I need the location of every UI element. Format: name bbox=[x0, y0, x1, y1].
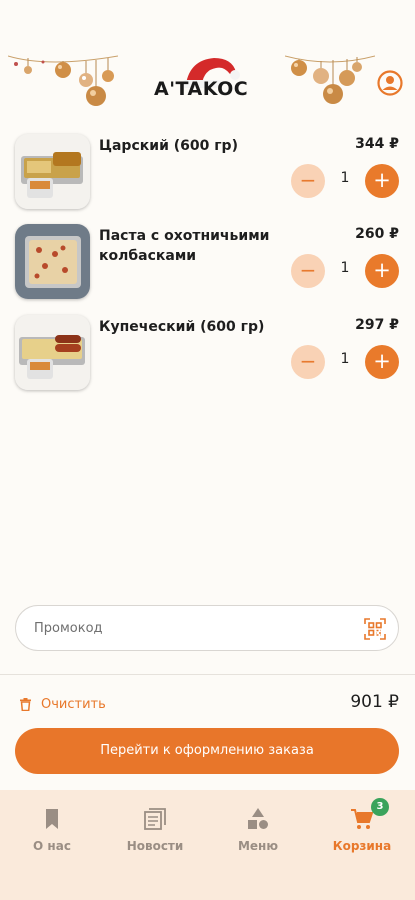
cart-item: Царский (600 гр) 344 ₽ − 1 + bbox=[15, 134, 400, 210]
cart-item-name: Царский (600 гр) bbox=[99, 138, 238, 154]
christmas-garland-right-icon bbox=[285, 55, 375, 104]
product-image bbox=[15, 224, 90, 299]
product-image bbox=[15, 315, 90, 390]
cart-item-name: Купеческий (600 гр) bbox=[99, 319, 265, 335]
cart-item-quantity: 1 bbox=[340, 351, 350, 367]
tab-menu[interactable]: Меню bbox=[218, 808, 298, 853]
brand-logo: A'TAKOC bbox=[154, 78, 249, 100]
cart-item-price: 260 ₽ bbox=[355, 226, 399, 242]
clear-cart-button[interactable]: Очистить bbox=[20, 694, 106, 714]
profile-icon[interactable] bbox=[377, 70, 403, 96]
decrease-quantity-button[interactable]: − bbox=[291, 164, 325, 198]
cart-item: Купеческий (600 гр) 297 ₽ − 1 + bbox=[15, 315, 400, 391]
qr-scan-icon[interactable] bbox=[364, 618, 386, 640]
tab-news[interactable]: Новости bbox=[115, 808, 195, 853]
news-icon bbox=[144, 808, 166, 830]
christmas-garland-left-icon bbox=[8, 55, 118, 106]
promo-code-input[interactable] bbox=[34, 606, 354, 650]
increase-quantity-button[interactable]: + bbox=[365, 164, 399, 198]
tab-label: Новости bbox=[126, 839, 184, 853]
tab-cart[interactable]: 3 Корзина bbox=[322, 798, 402, 853]
checkout-button[interactable]: Перейти к оформлению заказа bbox=[15, 728, 399, 774]
cart-item-quantity: 1 bbox=[340, 260, 350, 276]
product-image bbox=[15, 134, 90, 209]
clear-cart-label: Очистить bbox=[41, 696, 106, 712]
cart-icon bbox=[351, 809, 373, 829]
increase-quantity-button[interactable]: + bbox=[365, 345, 399, 379]
cart-total: 901 ₽ bbox=[350, 692, 399, 712]
increase-quantity-button[interactable]: + bbox=[365, 254, 399, 288]
cart-item-price: 344 ₽ bbox=[355, 136, 399, 152]
cart-item-price: 297 ₽ bbox=[355, 317, 399, 333]
tab-about[interactable]: О нас bbox=[12, 808, 92, 853]
cart-count-badge: 3 bbox=[371, 798, 389, 816]
shapes-icon bbox=[248, 808, 268, 829]
tab-label: Меню bbox=[237, 839, 279, 853]
divider bbox=[0, 674, 415, 675]
decrease-quantity-button[interactable]: − bbox=[291, 254, 325, 288]
bottom-tab-bar: О нас Новости Меню 3 Корзина bbox=[0, 790, 415, 900]
bookmark-icon bbox=[46, 809, 58, 829]
trash-icon bbox=[20, 697, 31, 711]
promo-code-field bbox=[15, 605, 399, 651]
cart-item-name: Паста с охотничьими колбасками bbox=[99, 228, 270, 264]
tab-label: Корзина bbox=[332, 839, 392, 853]
app-header: A'TAKOC bbox=[0, 52, 415, 112]
decrease-quantity-button[interactable]: − bbox=[291, 345, 325, 379]
cart-item-quantity: 1 bbox=[340, 170, 350, 186]
cart-item: Паста с охотничьими колбасками 260 ₽ − 1… bbox=[15, 224, 400, 300]
tab-label: О нас bbox=[33, 839, 71, 853]
